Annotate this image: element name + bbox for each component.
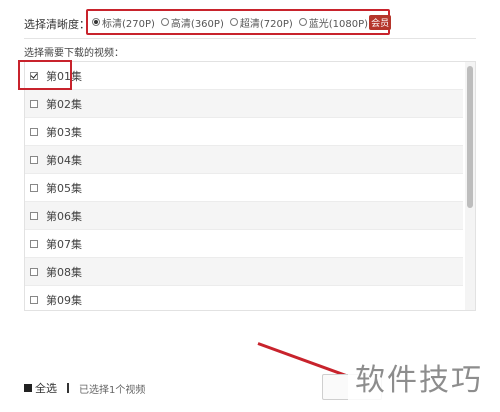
quality-row: 选择清晰度： — [24, 13, 94, 35]
annotation-arrow — [257, 342, 349, 378]
quality-option-720p[interactable]: 超清(720P) — [229, 15, 293, 30]
quality-options: 标清(270P) 高清(360P) 超清(720P) 蓝光(1080P) 会员 — [92, 13, 397, 31]
quality-option-label: 蓝光(1080P) — [308, 18, 369, 30]
scrollbar-track[interactable] — [465, 62, 475, 310]
quality-option-label: 标清(270P) — [102, 18, 155, 30]
episode-highlight-box — [18, 60, 72, 90]
checkbox-icon[interactable] — [30, 239, 38, 248]
checkbox-icon[interactable] — [30, 267, 38, 276]
episode-label: 第09集 — [46, 293, 82, 307]
episode-item-09[interactable]: 第09集 — [25, 286, 463, 310]
episode-label: 第06集 — [46, 209, 82, 223]
quality-option-360p[interactable]: 高清(360P) — [160, 15, 224, 30]
quality-label: 选择清晰度： — [24, 18, 90, 31]
radio-icon[interactable] — [229, 18, 238, 26]
episode-item-05[interactable]: 第05集 — [25, 174, 463, 202]
quality-option-label: 高清(360P) — [170, 18, 224, 30]
vip-badge: 会员 — [369, 14, 392, 30]
episode-label: 第04集 — [46, 153, 82, 167]
episode-item-08[interactable]: 第08集 — [25, 258, 463, 286]
watermark-text: 软件技巧 — [355, 363, 483, 398]
footer: 全选 已选择1个视频 — [24, 380, 145, 396]
select-all-checkbox[interactable] — [24, 384, 32, 392]
episode-item-06[interactable]: 第06集 — [25, 202, 463, 230]
episode-label: 第05集 — [46, 181, 82, 195]
episode-item-04[interactable]: 第04集 — [25, 146, 463, 174]
checkbox-icon[interactable] — [30, 155, 38, 164]
selected-count: 已选择1个视频 — [79, 384, 146, 396]
checkbox-icon[interactable] — [30, 99, 38, 108]
scrollbar-thumb[interactable] — [467, 66, 473, 208]
checkbox-icon[interactable] — [30, 211, 38, 220]
quality-option-label: 超清(720P) — [239, 18, 293, 30]
separator — [67, 383, 69, 393]
episode-label: 第08集 — [46, 265, 82, 279]
episode-item-01[interactable]: 第01集 — [25, 62, 463, 90]
episode-list: 第01集 第02集 第03集 第04集 第05集 第06集 第07集 第08集 … — [24, 61, 476, 311]
select-all-label[interactable]: 全选 — [35, 380, 57, 396]
episode-label: 第07集 — [46, 237, 82, 251]
quality-option-270p[interactable]: 标清(270P) — [92, 15, 155, 30]
episode-label: 第02集 — [46, 97, 82, 111]
episode-item-02[interactable]: 第02集 — [25, 90, 463, 118]
checkbox-icon[interactable] — [30, 295, 38, 304]
episode-item-03[interactable]: 第03集 — [25, 118, 463, 146]
divider — [24, 38, 476, 39]
checkbox-icon[interactable] — [30, 183, 38, 192]
radio-icon[interactable] — [298, 18, 307, 26]
radio-icon[interactable] — [160, 18, 169, 26]
episode-list-title: 选择需要下载的视频： — [24, 48, 124, 59]
episode-label: 第03集 — [46, 125, 82, 139]
checkbox-icon[interactable] — [30, 127, 38, 136]
quality-option-1080p[interactable]: 蓝光(1080P) 会员 — [298, 14, 392, 30]
episode-item-07[interactable]: 第07集 — [25, 230, 463, 258]
radio-checked-icon[interactable] — [92, 18, 100, 26]
